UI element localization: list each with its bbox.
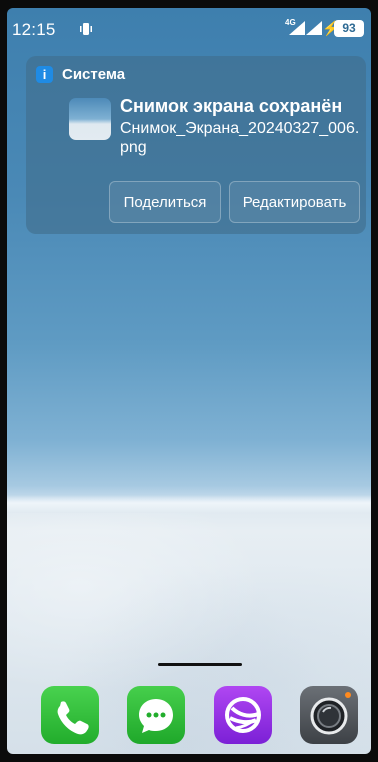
home-screen: 12:15 4G ⚡ 93 i Система Снимок экрана со… (7, 8, 371, 754)
signal-icon-1 (289, 21, 305, 35)
info-icon: i (36, 66, 53, 83)
wallpaper-horizon (7, 495, 371, 513)
notification-title: Снимок экрана сохранён (120, 96, 343, 116)
camera-indicator-dot (345, 692, 351, 698)
signal-icon-2 (306, 21, 322, 35)
home-indicator[interactable] (158, 663, 242, 666)
edit-button[interactable]: Редактировать (229, 181, 360, 223)
screenshot-notification[interactable]: i Система Снимок экрана сохранён Снимок_… (26, 56, 366, 234)
camera-app-icon[interactable] (300, 686, 358, 744)
vibrate-icon (80, 23, 92, 35)
status-time: 12:15 (12, 20, 56, 39)
phone-app-icon[interactable] (41, 686, 99, 744)
notification-body: Снимок_Экрана_20240327_006.png (120, 120, 360, 156)
status-bar: 12:15 4G ⚡ 93 (7, 8, 371, 52)
messages-app-icon[interactable] (127, 686, 185, 744)
screenshot-thumbnail[interactable] (69, 98, 111, 140)
messages-icon (139, 699, 173, 733)
browser-app-icon[interactable] (214, 686, 272, 744)
notification-app-name: Система (62, 66, 126, 83)
phone-icon (57, 701, 89, 735)
browser-icon (225, 697, 261, 733)
battery-level: 93 (334, 20, 364, 37)
share-button[interactable]: Поделиться (109, 181, 221, 223)
